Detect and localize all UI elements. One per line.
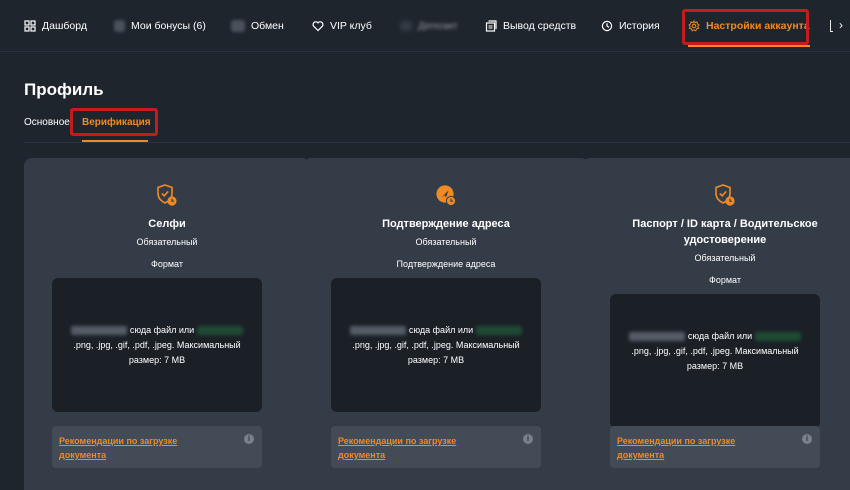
heart-icon xyxy=(312,20,324,32)
upload-text-line2: .png, .jpg, .gif, .pdf, .jpeg. Максималь… xyxy=(352,340,520,350)
upload-text-line3: размер: 7 MB xyxy=(128,355,186,365)
tabs-divider xyxy=(24,142,850,143)
card-title: Подтверждение адреса xyxy=(382,218,510,230)
browse-link-blurred[interactable] xyxy=(475,326,522,336)
card-required-label: Обязательный xyxy=(694,253,756,263)
location-clock-icon xyxy=(435,183,457,207)
nav-scroll-right-arrow[interactable]: › xyxy=(834,18,848,34)
card-required-label: Обязательный xyxy=(415,237,477,247)
recommendation-box: Рекомендации по загрузке документа i xyxy=(52,426,262,468)
card-title: Селфи xyxy=(148,218,186,230)
verification-card-selfie: Селфи Обязательный Формат сюда файл или … xyxy=(24,158,310,490)
upload-text-line1: сюда файл или xyxy=(129,325,195,335)
nav-label: История xyxy=(619,20,660,32)
card-format-label: Формат xyxy=(709,275,741,285)
blurred-link-text xyxy=(629,332,686,342)
tab-basic[interactable]: Основное xyxy=(24,117,70,128)
card-format-label: Подтверждение адреса xyxy=(396,259,496,269)
nav-item-dashboard[interactable]: Дашборд xyxy=(24,0,87,52)
recommendation-link[interactable]: Рекомендации по загрузке документа xyxy=(338,434,498,462)
recommendation-link[interactable]: Рекомендации по загрузке документа xyxy=(59,434,219,462)
nav-item-withdraw[interactable]: Вывод средств xyxy=(485,0,576,52)
upload-instructions: сюда файл или .png, .jpg, .gif, .pdf, .j… xyxy=(62,323,252,368)
recommendation-box: Рекомендации по загрузке документа i xyxy=(610,426,820,468)
info-icon[interactable]: i xyxy=(802,434,812,444)
upload-text-line2: .png, .jpg, .gif, .pdf, .jpeg. Максималь… xyxy=(631,346,799,356)
upload-dropzone[interactable]: сюда файл или .png, .jpg, .gif, .pdf, .j… xyxy=(331,278,541,412)
verification-card-address: Подтверждение адреса Обязательный Подтве… xyxy=(303,158,589,490)
dashboard-icon xyxy=(24,20,36,32)
upload-text-line3: размер: 7 MB xyxy=(407,355,465,365)
nav-item-history[interactable]: История xyxy=(601,0,660,52)
info-icon[interactable]: i xyxy=(523,434,533,444)
exchange-icon xyxy=(231,20,245,32)
recommendation-link[interactable]: Рекомендации по загрузке документа xyxy=(617,434,777,462)
blurred-link-text xyxy=(71,326,128,336)
nav-label: Депозит xyxy=(418,20,458,32)
nav-label: Дашборд xyxy=(42,20,87,32)
card-format-label: Формат xyxy=(151,259,183,269)
upload-text-line1: сюда файл или xyxy=(687,331,753,341)
nav-partial-item-icon xyxy=(830,20,833,32)
gear-icon xyxy=(688,20,700,32)
bonus-icon xyxy=(114,20,125,32)
nav-item-bonuses[interactable]: Мои бонусы (6) xyxy=(114,0,206,52)
nav-item-deposit[interactable]: Депозит xyxy=(400,0,458,52)
top-navigation: Дашборд Мои бонусы (6) Обмен VIP клуб Де… xyxy=(0,0,850,52)
nav-label: VIP клуб xyxy=(330,20,372,32)
card-required-label: Обязательный xyxy=(136,237,198,247)
deposit-icon xyxy=(400,21,412,31)
history-icon xyxy=(601,20,613,32)
active-nav-underline xyxy=(688,45,810,47)
upload-text-line1: сюда файл или xyxy=(408,325,474,335)
upload-instructions: сюда файл или .png, .jpg, .gif, .pdf, .j… xyxy=(341,323,531,368)
shield-clock-icon xyxy=(714,183,736,207)
upload-text-line3: размер: 7 MB xyxy=(686,361,744,371)
nav-label: Мои бонусы (6) xyxy=(131,20,206,32)
page-title: Профиль xyxy=(24,80,104,99)
upload-dropzone[interactable]: сюда файл или .png, .jpg, .gif, .pdf, .j… xyxy=(52,278,262,412)
blurred-link-text xyxy=(350,326,407,336)
nav-label: Обмен xyxy=(251,20,284,32)
upload-text-line2: .png, .jpg, .gif, .pdf, .jpeg. Максималь… xyxy=(73,340,241,350)
withdraw-icon xyxy=(485,20,497,32)
nav-label: Настройки аккаунта xyxy=(706,20,810,32)
upload-dropzone[interactable]: сюда файл или .png, .jpg, .gif, .pdf, .j… xyxy=(610,294,820,428)
info-icon[interactable]: i xyxy=(244,434,254,444)
shield-clock-icon xyxy=(156,183,178,207)
nav-item-exchange[interactable]: Обмен xyxy=(231,0,284,52)
browse-link-blurred[interactable] xyxy=(754,332,801,342)
recommendation-box: Рекомендации по загрузке документа i xyxy=(331,426,541,468)
upload-instructions: сюда файл или .png, .jpg, .gif, .pdf, .j… xyxy=(620,329,810,374)
browse-link-blurred[interactable] xyxy=(196,326,243,336)
tab-verification[interactable]: Верификация xyxy=(82,117,151,128)
verification-card-passport: Паспорт / ID карта / Водительское удосто… xyxy=(582,158,850,490)
nav-item-account-settings[interactable]: Настройки аккаунта xyxy=(688,0,810,52)
card-title: Паспорт / ID карта / Водительское удосто… xyxy=(632,218,818,246)
nav-item-vip[interactable]: VIP клуб xyxy=(312,0,372,52)
nav-label: Вывод средств xyxy=(503,20,577,32)
